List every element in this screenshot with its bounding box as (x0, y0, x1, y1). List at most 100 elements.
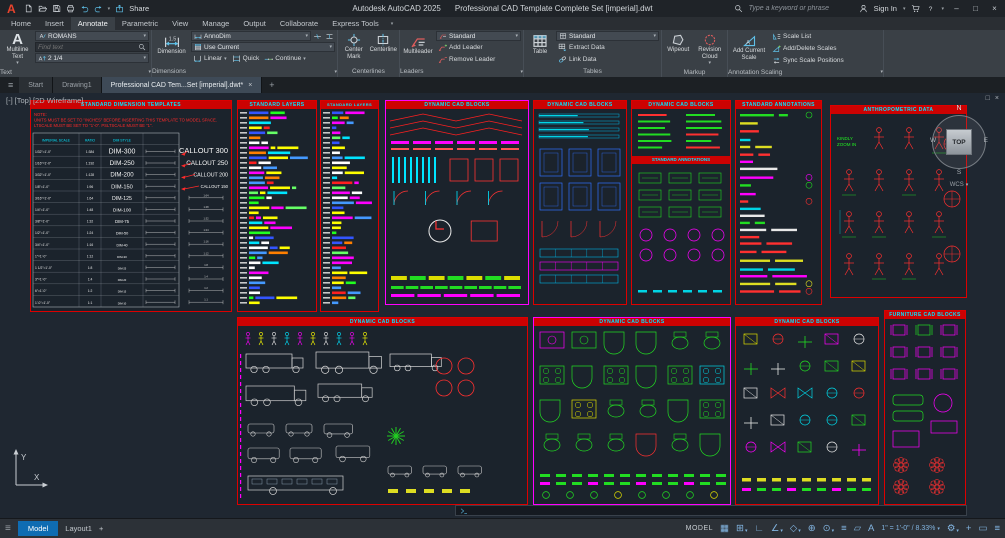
layout1-tab[interactable]: Layout1 (65, 524, 92, 533)
clean-screen-icon[interactable]: ▭ (978, 523, 987, 534)
cad-panel-vehicles[interactable]: DYNAMIC CAD BLOCKS (237, 317, 528, 505)
dim-break-button[interactable] (312, 32, 323, 41)
status-menu-icon[interactable]: ≡ (5, 523, 11, 534)
find-text-field[interactable] (35, 42, 149, 52)
save-icon[interactable] (52, 4, 61, 13)
dim-layer-combo[interactable]: Use Current ▾ (191, 42, 335, 52)
ribbon-tab-insert[interactable]: Insert (38, 17, 71, 30)
viewport-control-view[interactable]: [Top] (15, 96, 31, 105)
find-search-icon[interactable] (138, 43, 146, 51)
cad-panel-blocks-d[interactable]: DYNAMIC CAD BLOCKS (735, 317, 879, 505)
viewport-control-visual-style[interactable]: [2D Wireframe] (33, 96, 83, 105)
file-tab[interactable]: Drawing1 (53, 77, 102, 93)
keyword-search-input[interactable] (748, 5, 853, 12)
redo-icon[interactable] (94, 4, 103, 13)
ucs-icon[interactable]: Y X (6, 445, 50, 493)
sign-in-dropdown-icon[interactable]: ▾ (903, 6, 906, 12)
viewcube[interactable]: N W TOP E S WCS ▾ (930, 105, 988, 197)
cad-panel-layers1[interactable]: STANDARD LAYERS (237, 100, 317, 312)
viewcube-east[interactable]: E (984, 137, 988, 144)
centerline-button[interactable]: Centerline (370, 31, 398, 65)
add-current-scale-button[interactable]: A Add Current Scale (730, 31, 768, 66)
ribbon-tab-manage[interactable]: Manage (195, 17, 236, 30)
osnap-tracking-icon[interactable]: ⊕ (808, 523, 816, 534)
drawing-canvas[interactable]: [-] [Top] [2D Wireframe] □ × N W TOP E S… (0, 93, 1005, 518)
polar-tracking-icon[interactable]: ∠ ▾ (771, 523, 783, 534)
dim-style-combo[interactable]: AnnoDim ▾ (191, 31, 311, 41)
help-icon[interactable]: ? (926, 4, 935, 13)
file-tab[interactable]: Start (19, 77, 54, 93)
share-icon[interactable] (115, 4, 124, 13)
dimensions-panel-label[interactable]: Dimensions ▾ (152, 66, 337, 77)
command-line[interactable] (455, 505, 967, 516)
text-panel-label[interactable]: Text ▾ (0, 68, 151, 78)
add-leader-button[interactable]: Add Leader (436, 42, 521, 53)
file-tab-menu-icon[interactable]: ≡ (2, 77, 19, 93)
undo-icon[interactable] (80, 4, 89, 13)
table-button[interactable]: Table (526, 31, 554, 65)
minimize-button[interactable]: – (950, 4, 963, 13)
viewcube-top-face[interactable]: TOP (946, 129, 972, 155)
model-space-indicator[interactable]: MODEL (686, 525, 713, 532)
cad-panel-layers2[interactable]: STANDARD LAYERS (320, 100, 379, 312)
cad-panel-fixtures[interactable]: DYNAMIC CAD BLOCKS (533, 317, 731, 505)
search-icon[interactable] (734, 4, 743, 13)
grid-icon[interactable]: ▦ (720, 523, 729, 534)
add-delete-scales-button[interactable]: Add/Delete Scales (770, 43, 881, 54)
dimension-button[interactable]: 1.5 Dimension (154, 31, 189, 65)
restore-drawing-icon[interactable]: □ (986, 95, 990, 102)
ribbon-tab-home[interactable]: Home (4, 17, 38, 30)
cad-panel-furniture[interactable]: FURNITURE CAD BLOCKS (884, 310, 966, 505)
autocad-logo[interactable]: A (4, 3, 19, 15)
sync-scale-positions-button[interactable]: Sync Scale Positions (770, 55, 881, 66)
viewcube-west[interactable]: W (930, 137, 936, 144)
model-tab[interactable]: Model (17, 521, 59, 536)
find-text-input[interactable] (38, 43, 138, 51)
cad-panel-blocks-b[interactable]: DYNAMIC CAD BLOCKS (533, 100, 627, 305)
snap-mode-icon[interactable]: ⊞ ▾ (736, 523, 747, 534)
ribbon-tab-output[interactable]: Output (236, 17, 273, 30)
continue-dimension-button[interactable]: Continue ▾ (262, 53, 308, 64)
wipeout-button[interactable]: Wipeout (664, 31, 693, 67)
help-dropdown-icon[interactable]: ▾ (941, 6, 944, 12)
transparency-icon[interactable]: ▱ (854, 523, 861, 534)
cad-panel-annotations[interactable]: STANDARD ANNOTATIONS (735, 100, 822, 305)
new-file-icon[interactable] (24, 4, 33, 13)
ribbon-tab-annotate[interactable]: Annotate (70, 17, 115, 30)
quick-dimension-button[interactable]: Quick (230, 53, 262, 64)
linear-dimension-button[interactable]: Linear ▾ (191, 53, 229, 64)
cad-panel-dims[interactable]: STANDARD DIMENSION TEMPLATES NOTE: UNITS M… (30, 100, 232, 312)
viewcube-south[interactable]: S (957, 169, 961, 176)
open-file-icon[interactable] (38, 4, 47, 13)
viewcube-north[interactable]: N (956, 105, 961, 112)
link-data-button[interactable]: Link Data (556, 54, 659, 65)
cad-panel-blocks-a[interactable]: DYNAMIC CAD BLOCKS (385, 100, 529, 305)
customization-icon[interactable]: ≡ (994, 523, 1000, 534)
viewport-control-minus[interactable]: [-] (6, 96, 13, 105)
ribbon-tab-view[interactable]: View (165, 17, 195, 30)
restore-button[interactable]: □ (969, 4, 982, 13)
cad-panel-blocks-c[interactable]: DYNAMIC CAD BLOCKS STANDARD ANNOTATIONS (631, 100, 731, 305)
user-icon[interactable] (859, 4, 868, 13)
command-input[interactable] (471, 507, 962, 514)
annotation-visibility-icon[interactable]: A (868, 523, 874, 534)
close-button[interactable]: × (988, 4, 1001, 13)
ribbon-display-toggle-icon[interactable]: ▾ (386, 17, 399, 30)
share-button[interactable]: Share (129, 4, 149, 13)
leaders-panel-label[interactable]: Leaders ▾ (400, 66, 523, 77)
sign-in-button[interactable]: Sign In (874, 4, 897, 13)
add-layout-button[interactable]: + (99, 524, 103, 533)
ribbon-tab-parametric[interactable]: Parametric (115, 17, 165, 30)
lineweight-icon[interactable]: ≡ (841, 523, 847, 534)
multileader-button[interactable]: Multileader (402, 31, 434, 65)
plot-icon[interactable] (66, 4, 75, 13)
close-tab-icon[interactable]: × (248, 82, 252, 89)
multiline-text-button[interactable]: A Multiline Text ▾ (2, 31, 33, 67)
multileader-style-combo[interactable]: Standard ▾ (436, 31, 521, 41)
isodraft-icon[interactable]: ◇ ▾ (790, 523, 801, 534)
revision-cloud-button[interactable]: Revision Cloud ▾ (695, 31, 725, 67)
extract-data-button[interactable]: Extract Data (556, 42, 659, 53)
qat-dropdown-icon[interactable]: ▾ (108, 6, 111, 12)
osnap-icon[interactable]: ⊙ ▾ (823, 523, 834, 534)
close-drawing-icon[interactable]: × (995, 95, 999, 102)
